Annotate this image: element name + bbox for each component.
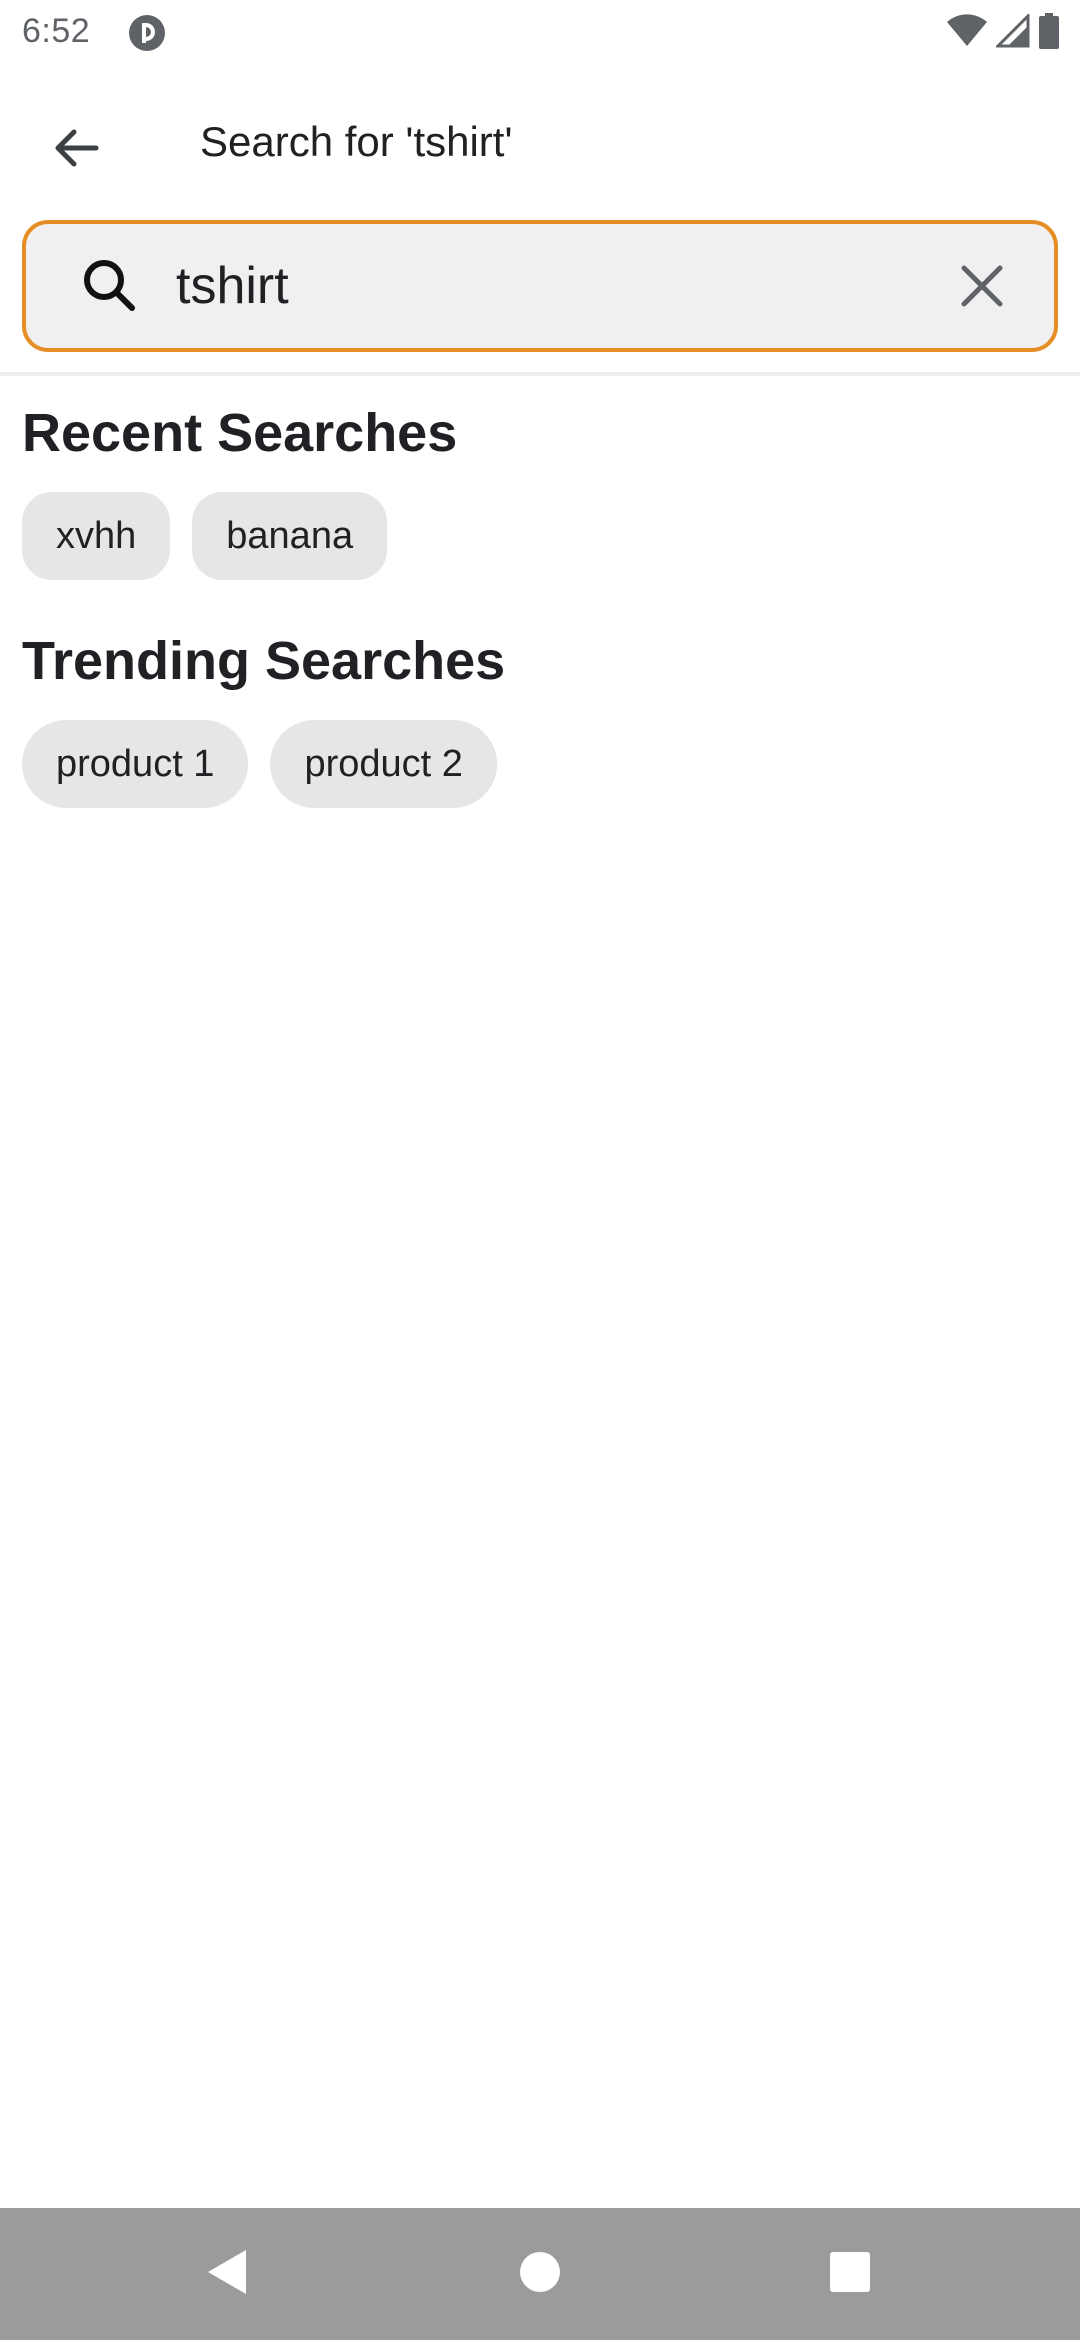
home-circle-icon xyxy=(518,2250,562,2299)
system-nav-bar xyxy=(0,2208,1080,2340)
status-bar: 6:52 xyxy=(0,0,1080,66)
recent-search-chip[interactable]: banana xyxy=(192,492,388,580)
close-icon xyxy=(960,264,1004,313)
recents-square-icon xyxy=(828,2250,872,2299)
trending-search-chip[interactable]: product 1 xyxy=(22,720,249,808)
battery-icon xyxy=(1038,12,1060,54)
back-button[interactable] xyxy=(38,112,114,188)
clear-search-button[interactable] xyxy=(950,256,1014,320)
trending-searches-title: Trending Searches xyxy=(22,631,506,691)
nav-recents-button[interactable] xyxy=(820,2244,880,2304)
recent-searches-list: xvhh banana xyxy=(22,492,388,580)
divider xyxy=(0,372,1080,376)
app-bar: Search for 'tshirt' xyxy=(0,66,1080,222)
search-box[interactable] xyxy=(22,220,1058,352)
status-icons xyxy=(946,11,1060,54)
arrow-back-icon xyxy=(50,122,102,179)
app-notification-icon xyxy=(128,14,166,52)
wifi-icon xyxy=(946,13,988,53)
nav-home-button[interactable] xyxy=(510,2244,570,2304)
page-title: Search for 'tshirt' xyxy=(200,118,513,165)
trending-search-chip[interactable]: product 2 xyxy=(270,720,497,808)
recent-search-chip[interactable]: xvhh xyxy=(22,492,171,580)
status-time: 6:52 xyxy=(22,12,91,50)
signal-icon xyxy=(994,11,1030,53)
recent-searches-title: Recent Searches xyxy=(22,403,458,463)
trending-searches-list: product 1 product 2 xyxy=(22,720,497,808)
search-icon xyxy=(78,254,142,318)
search-input[interactable] xyxy=(176,244,936,328)
back-triangle-icon xyxy=(202,2246,250,2303)
nav-back-button[interactable] xyxy=(196,2244,256,2304)
